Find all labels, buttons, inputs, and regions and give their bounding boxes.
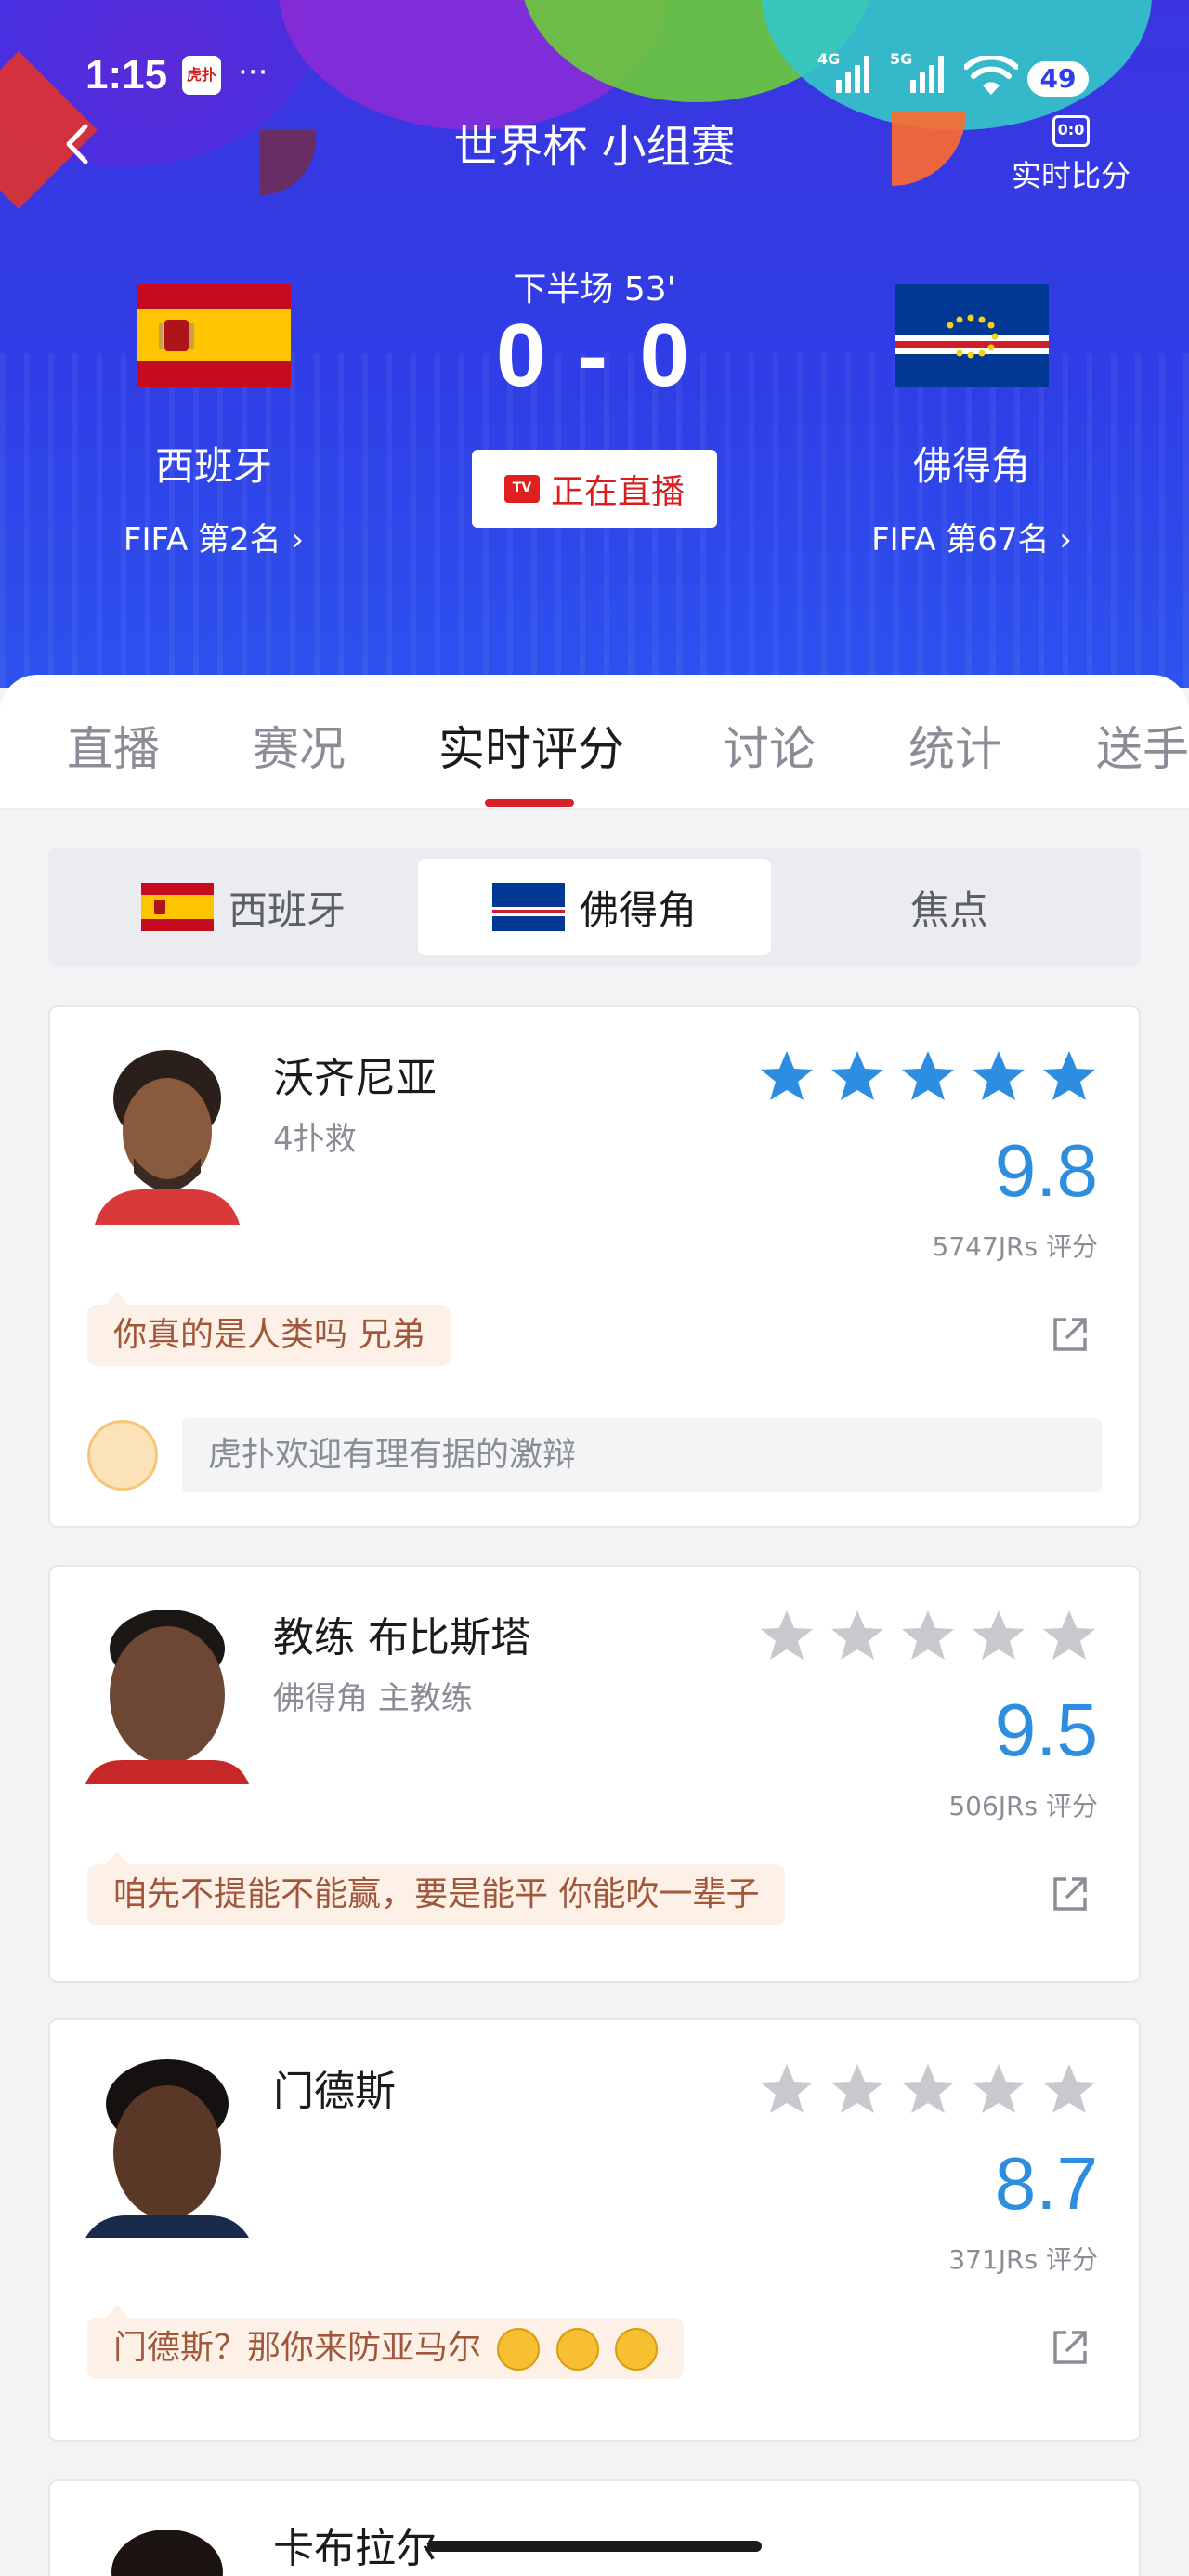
player-avatar (85, 2056, 249, 2238)
player-name: 门德斯 (273, 2068, 396, 2115)
cape-verde-flag-icon (491, 883, 565, 931)
star-icon[interactable] (758, 2061, 816, 2119)
player-card[interactable]: 教练 布比斯塔 佛得角 主教练 9.5 506JRs 评分 咱先不提能不能赢，要… (48, 1565, 1141, 1983)
tab-match-events[interactable]: 赛况 (253, 712, 346, 779)
rating-count: 5747JRs 评分 (932, 1231, 1098, 1262)
live-score-label: 实时比分 (1011, 158, 1130, 193)
star-icon[interactable] (970, 2061, 1027, 2119)
spain-flag-icon (140, 883, 214, 931)
active-tab-indicator (485, 799, 574, 807)
player-rating: 9.8 (994, 1129, 1098, 1212)
segment-home-label: 西班牙 (228, 887, 346, 933)
live-stream-label: 正在直播 (550, 473, 685, 511)
star-icon[interactable] (758, 1048, 816, 1106)
chevron-right-icon: › (1059, 521, 1072, 559)
star-icon[interactable] (1040, 2061, 1098, 2119)
star-icon[interactable] (1040, 1608, 1098, 1665)
segment-away-team[interactable]: 佛得角 (418, 859, 771, 955)
cape-verde-flag-icon (895, 284, 1049, 387)
home-team-name: 西班牙 (154, 443, 272, 489)
hot-comment[interactable]: 你真的是人类吗 兄弟 (87, 1292, 451, 1366)
home-team-rank[interactable]: FIFA 第2名 › (74, 514, 353, 559)
player-avatar (85, 2517, 249, 2576)
player-stat: 4扑救 (273, 1121, 357, 1158)
away-rank-label: FIFA 第67名 (871, 521, 1050, 559)
player-name: 教练 布比斯塔 (273, 1614, 531, 1662)
live-stream-button[interactable]: TV 正在直播 (472, 450, 717, 528)
star-rating-input[interactable] (758, 2061, 1098, 2119)
hot-comment-text: 门德斯？那你来防亚马尔 (113, 2329, 482, 2367)
star-icon[interactable] (899, 1608, 957, 1665)
star-rating-input[interactable] (758, 1608, 1098, 1665)
player-card[interactable]: 门德斯 8.7 371JRs 评分 门德斯？那你来防亚马尔 (48, 2018, 1141, 2442)
signal-icon (910, 56, 944, 93)
star-icon[interactable] (899, 1048, 957, 1106)
player-role: 佛得角 主教练 (273, 1680, 473, 1717)
star-icon[interactable] (1040, 1048, 1098, 1106)
tv-icon: TV (503, 475, 540, 503)
team-segment-control: 西班牙 佛得角 焦点 (48, 848, 1141, 966)
live-score-button[interactable]: 0:0 实时比分 (1001, 115, 1141, 195)
share-icon[interactable] (1050, 1873, 1091, 1914)
star-icon[interactable] (970, 1048, 1027, 1106)
segment-away-label: 佛得角 (579, 887, 697, 933)
status-more: ··· (238, 54, 268, 91)
player-name: 沃齐尼亚 (273, 1055, 437, 1102)
rating-count: 506JRs 评分 (948, 1791, 1098, 1821)
scoreboard-icon: 0:0 (1052, 115, 1090, 147)
player-card[interactable]: 卡布拉尔 (48, 2479, 1141, 2576)
share-icon[interactable] (1050, 1314, 1091, 1355)
coach-avatar (85, 1602, 249, 1784)
tab-live-rating[interactable]: 实时评分 (438, 712, 624, 779)
chevron-right-icon: › (291, 521, 305, 559)
wifi-icon (964, 56, 1018, 95)
emoji-icon (497, 2328, 541, 2371)
home-indicator[interactable] (427, 2541, 762, 2552)
player-avatar (85, 1043, 249, 1225)
segment-home-team[interactable]: 西班牙 (85, 859, 401, 955)
away-team-rank[interactable]: FIFA 第67名 › (832, 514, 1111, 559)
player-card[interactable]: 沃齐尼亚 4扑救 9.8 5747JRs 评分 你真的是人类吗 兄弟 虎扑欢迎有… (48, 1005, 1141, 1528)
network-5g-label: 5G (890, 50, 913, 68)
star-icon[interactable] (758, 1608, 816, 1665)
away-team-name: 佛得角 (912, 443, 1030, 489)
share-icon[interactable] (1050, 2327, 1091, 2368)
star-icon[interactable] (829, 2061, 886, 2119)
away-team[interactable]: 佛得角 FIFA 第67名 › (832, 284, 1111, 559)
tab-discussion[interactable]: 讨论 (723, 712, 816, 779)
comment-input[interactable]: 虎扑欢迎有理有据的激辩 (182, 1418, 1102, 1492)
star-icon[interactable] (829, 1048, 886, 1106)
match-header: 1:15 虎扑 ··· 4G 5G 49 世界杯 小组赛 0:0 实时比分 西班… (0, 0, 1189, 688)
app-badge-icon: 虎扑 (182, 56, 221, 95)
tab-stats[interactable]: 统计 (908, 712, 1001, 779)
home-rank-label: FIFA 第2名 (123, 521, 281, 559)
star-rating-input[interactable] (758, 1048, 1098, 1106)
segment-focus-label: 焦点 (909, 887, 988, 933)
emoji-icon (555, 2328, 599, 2371)
star-icon[interactable] (970, 1608, 1027, 1665)
star-icon[interactable] (829, 1608, 886, 1665)
player-rating: 8.7 (994, 2142, 1098, 2225)
emoji-icon (615, 2328, 659, 2371)
tab-live[interactable]: 直播 (67, 712, 160, 779)
status-time: 1:15 (85, 52, 168, 98)
tab-bar: 直播 赛况 实时评分 讨论 统计 送手 (0, 675, 1189, 810)
segment-focus[interactable]: 焦点 (791, 859, 1107, 955)
player-rating: 9.5 (994, 1689, 1098, 1771)
hot-comment[interactable]: 咱先不提能不能赢，要是能平 你能吹一辈子 (87, 1851, 786, 1925)
tab-gift[interactable]: 送手 (1096, 712, 1189, 779)
hot-comment[interactable]: 门德斯？那你来防亚马尔 (87, 2305, 685, 2379)
battery-indicator: 49 (1027, 61, 1089, 97)
rating-count: 371JRs 评分 (948, 2244, 1098, 2275)
user-avatar (87, 1420, 158, 1491)
signal-icon (836, 56, 869, 93)
star-icon[interactable] (899, 2061, 957, 2119)
player-name: 卡布拉尔 (273, 2525, 437, 2572)
